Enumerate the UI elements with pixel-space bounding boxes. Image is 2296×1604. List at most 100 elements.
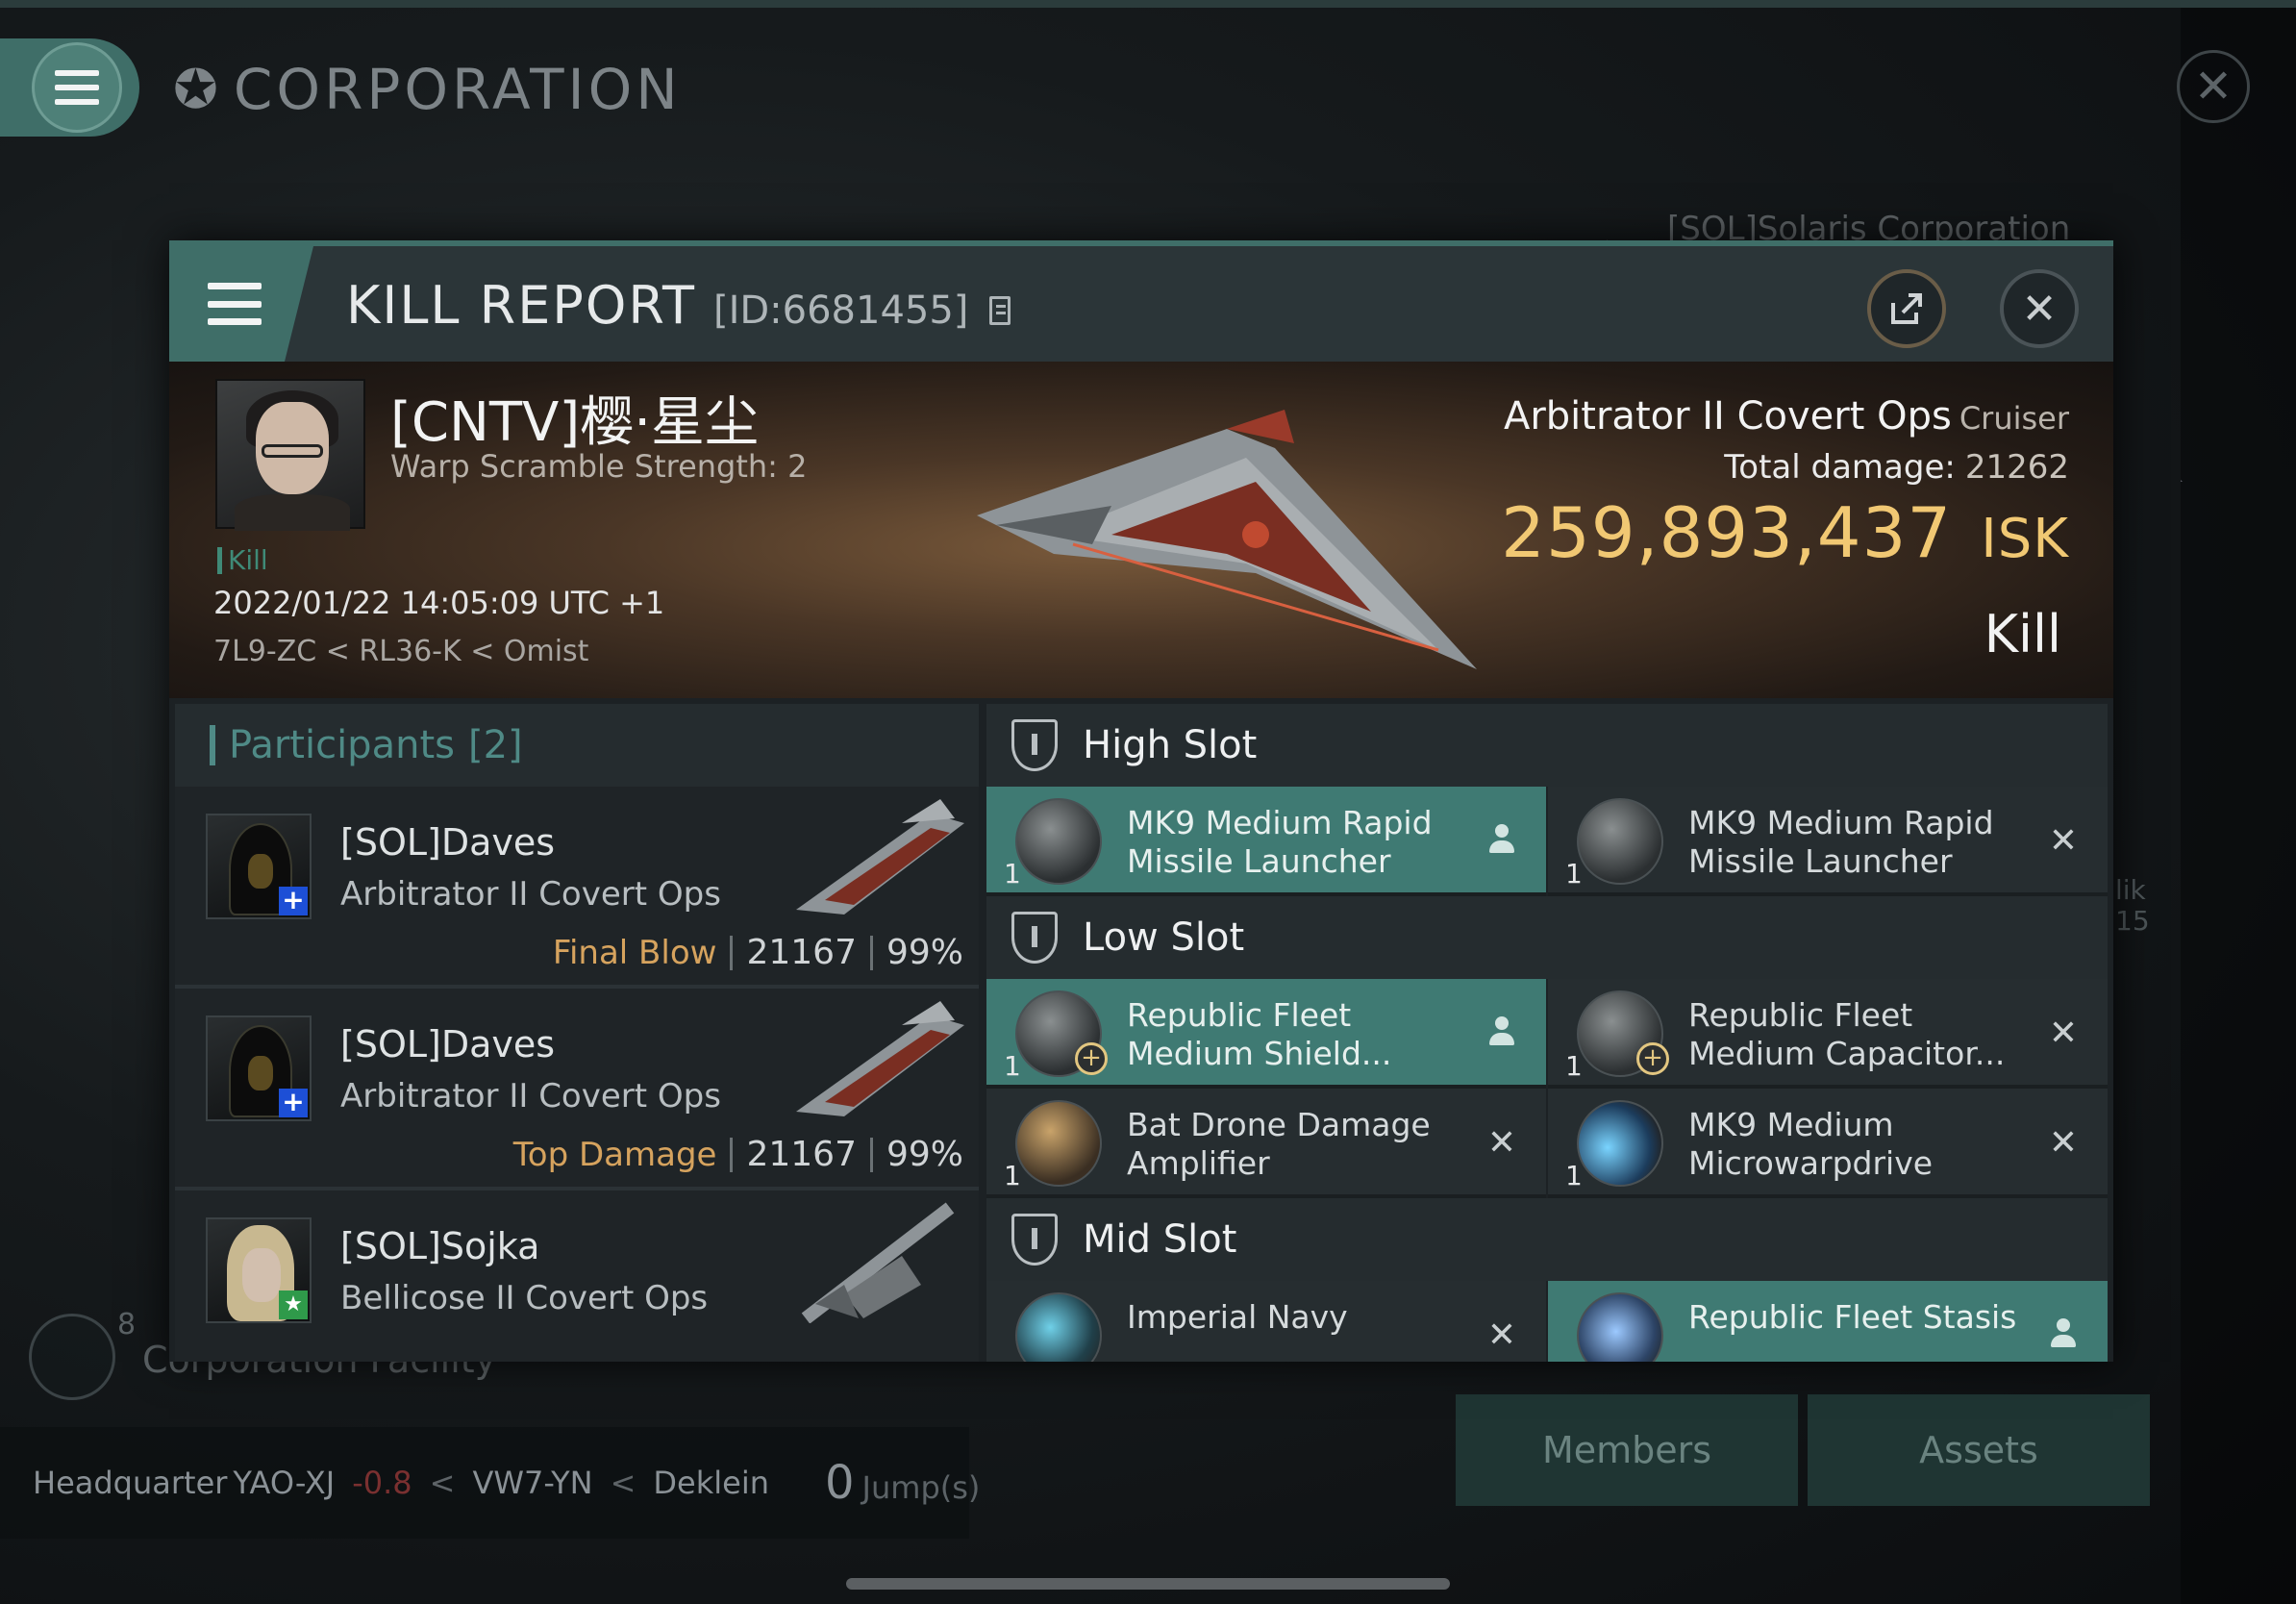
victim-detail: Warp Scramble Strength: 2 — [390, 448, 808, 485]
participant-row[interactable]: + [SOL]Daves Arbitrator II Covert Ops To… — [175, 989, 979, 1190]
kill-report-dialog: KILL REPORT [ID:6681455] ✕ [CNTV]樱·星尘 Wa… — [169, 240, 2113, 1362]
hq-route-2: Deklein — [653, 1465, 769, 1501]
module-item[interactable]: 1 Bat Drone Damage Amplifier ✕ — [986, 1089, 1546, 1198]
hq-label: Headquarter — [33, 1465, 228, 1501]
mid-slot-label: Mid Slot — [1083, 1217, 1237, 1262]
corporation-title-text: CORPORATION — [233, 57, 682, 122]
ship-name-text: Arbitrator II Covert Ops — [1503, 394, 1952, 439]
victim-name[interactable]: [CNTV]樱·星尘 — [390, 379, 759, 457]
victim-ship-name[interactable]: Arbitrator II Covert Ops Cruiser — [1504, 394, 2069, 439]
share-button[interactable] — [1867, 269, 1946, 348]
participant-damage: 21167 — [746, 933, 857, 972]
corporation-title: ✪ CORPORATION — [173, 56, 682, 123]
hq-system: YAO-XJ — [233, 1465, 336, 1501]
participant-name: [SOL]Daves — [340, 1023, 556, 1065]
corp-plus-badge-icon: + — [279, 1089, 308, 1117]
participant-stats: Top Damage 21167 99% — [513, 1135, 963, 1174]
participant-stats: Final Blow 21167 99% — [553, 933, 963, 972]
participant-name: [SOL]Daves — [340, 821, 556, 864]
kill-result: Kill — [1984, 604, 2061, 664]
hq-jumps-label: Jump(s) — [861, 1469, 981, 1506]
warp-disruptor-icon — [1015, 1292, 1102, 1362]
kill-tag-label: Kill — [228, 544, 268, 576]
module-item[interactable]: 1 MK9 Medium Rapid Missile Launcher ✕ — [1548, 787, 2108, 896]
module-item[interactable]: 1 MK9 Medium Rapid Missile Launcher — [986, 787, 1546, 896]
members-button[interactable]: Members — [1456, 1394, 1798, 1506]
hq-jumps: 0 Jump(s) — [825, 1456, 980, 1510]
hq-security: -0.8 — [352, 1465, 412, 1501]
participant-avatar[interactable]: + — [206, 814, 312, 919]
kill-location[interactable]: 7L9-ZC < RL36-K < Omist — [213, 635, 588, 668]
kill-report-title-text: KILL REPORT — [346, 275, 696, 336]
module-quantity: 1 — [1565, 1160, 1583, 1191]
ship-class: Cruiser — [1959, 400, 2069, 437]
mid-slot-icon — [1011, 1214, 1058, 1266]
participant-percent: 99% — [886, 933, 963, 972]
close-icon: ✕ — [2021, 284, 2058, 334]
facility-menu-button[interactable] — [29, 1314, 115, 1400]
destroyed-x-icon: ✕ — [1486, 1315, 1517, 1355]
dropped-person-icon — [1483, 1014, 1521, 1052]
background-side-text: lik 15 — [2115, 874, 2150, 937]
participant-row[interactable]: + [SOL]Daves Arbitrator II Covert Ops Fi… — [175, 787, 979, 989]
copy-icon[interactable] — [989, 296, 1011, 325]
module-item[interactable]: Imperial Navy ✕ — [986, 1281, 1546, 1362]
participant-damage: 21167 — [746, 1135, 857, 1174]
module-name: MK9 Medium Microwarpdrive — [1688, 1106, 1934, 1182]
module-quantity: 1 — [1565, 1050, 1583, 1082]
module-name: MK9 Medium Rapid Missile Launcher — [1127, 804, 1433, 880]
mid-slot-grid: Imperial Navy ✕ Republic Fleet Stasis — [986, 1281, 2108, 1362]
participant-avatar[interactable]: ★ — [206, 1217, 312, 1323]
participant-avatar[interactable]: + — [206, 1015, 312, 1121]
total-damage-label: Total damage: — [1724, 448, 1956, 487]
module-item[interactable]: + 1 Republic Fleet Medium Capacitor... ✕ — [1548, 979, 2108, 1089]
module-quantity: 1 — [1004, 858, 1021, 890]
high-slot-grid: 1 MK9 Medium Rapid Missile Launcher 1 MK… — [986, 787, 2108, 896]
mid-slot-header: Mid Slot — [986, 1198, 2108, 1281]
victim-ship-image[interactable] — [938, 390, 1515, 679]
kill-datetime: 2022/01/22 14:05:09 UTC +1 — [213, 585, 665, 621]
participant-ship: Arbitrator II Covert Ops — [340, 875, 721, 914]
participant-ship-image — [796, 799, 964, 915]
missile-launcher-icon — [1015, 798, 1102, 885]
dropped-person-icon — [2044, 1316, 2083, 1354]
assets-button[interactable]: Assets — [1808, 1394, 2150, 1506]
corporation-close-button[interactable]: ✕ — [2177, 50, 2250, 123]
participants-header: Participants [2] — [175, 704, 979, 787]
corporation-star-icon: ✪ — [173, 58, 222, 121]
module-name: Imperial Navy — [1127, 1298, 1348, 1336]
home-indicator[interactable] — [846, 1578, 1450, 1590]
participant-percent: 99% — [886, 1135, 963, 1174]
participant-name: [SOL]Sojka — [340, 1225, 540, 1267]
module-item[interactable]: Republic Fleet Stasis — [1548, 1281, 2108, 1362]
kill-tag: Kill — [217, 544, 268, 576]
participant-ship: Arbitrator II Covert Ops — [340, 1077, 721, 1115]
module-item[interactable]: + 1 Republic Fleet Medium Shield... — [986, 979, 1546, 1089]
high-slot-icon — [1011, 719, 1058, 771]
hq-jumps-value: 0 — [825, 1456, 855, 1510]
rig-plus-icon: + — [1636, 1042, 1669, 1075]
isk-amount: 259,893,437 — [1501, 492, 1953, 573]
victim-portrait[interactable] — [215, 379, 365, 531]
corp-star-badge-icon: ★ — [279, 1291, 308, 1319]
low-slot-header: Low Slot — [986, 896, 2108, 979]
microwarpdrive-icon — [1577, 1100, 1663, 1187]
rig-plus-icon: + — [1075, 1042, 1108, 1075]
module-name: MK9 Medium Rapid Missile Launcher — [1688, 804, 1994, 880]
corp-plus-badge-icon: + — [279, 887, 308, 915]
right-panel-shade — [2181, 8, 2296, 1604]
drone-damage-amplifier-icon — [1015, 1100, 1102, 1187]
participant-row[interactable]: ★ [SOL]Sojka Bellicose II Covert Ops — [175, 1190, 979, 1362]
missile-launcher-icon — [1577, 798, 1663, 885]
module-name: Bat Drone Damage Amplifier — [1127, 1106, 1431, 1182]
headquarter-bar[interactable]: Headquarter YAO-XJ -0.8 < VW7-YN < Dekle… — [0, 1427, 980, 1539]
kill-report-close-button[interactable]: ✕ — [2000, 269, 2079, 348]
destroyed-x-icon: ✕ — [2048, 1013, 2079, 1053]
kill-report-menu-button[interactable] — [169, 246, 313, 362]
destroyed-x-icon: ✕ — [2048, 1122, 2079, 1163]
module-item[interactable]: 1 MK9 Medium Microwarpdrive ✕ — [1548, 1089, 2108, 1198]
module-quantity: 1 — [1004, 1160, 1021, 1191]
kill-report-id: [ID:6681455] — [712, 288, 969, 333]
main-menu-button[interactable] — [0, 38, 139, 137]
share-icon — [1891, 293, 1922, 324]
